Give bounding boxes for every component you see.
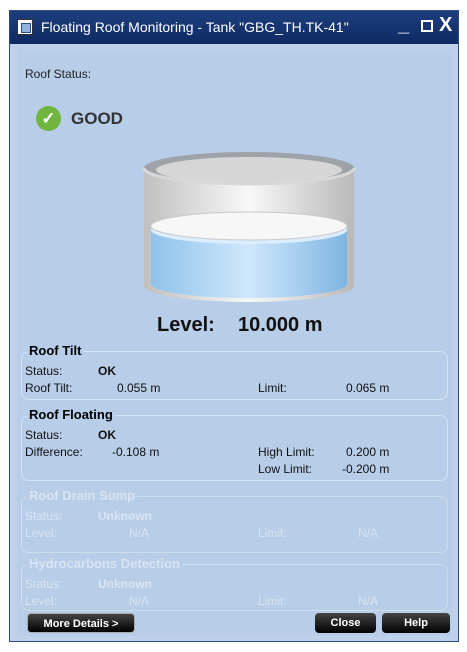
roof-floating-status-value: OK bbox=[98, 428, 116, 442]
floating-roof-window: Floating Roof Monitoring - Tank "GBG_TH.… bbox=[9, 10, 459, 642]
hydrocarbons-limit-value: N/A bbox=[358, 594, 379, 608]
roof-tilt-limit-value: 0.065 m bbox=[346, 381, 390, 395]
roof-status-label: Roof Status: bbox=[25, 67, 92, 81]
roof-floating-group: Roof Floating Status: OK Difference: -0.… bbox=[21, 407, 448, 481]
tank-illustration bbox=[142, 152, 356, 302]
high-limit-label: High Limit: bbox=[258, 445, 315, 459]
roof-tilt-group: Roof Tilt Status: OK Roof Tilt: 0.055 m … bbox=[21, 343, 448, 400]
roof-tilt-status-value: OK bbox=[98, 364, 116, 378]
roof-drain-limit-value: N/A bbox=[358, 526, 379, 540]
low-limit-value: -0.200 m bbox=[342, 462, 390, 476]
roof-tilt-limit-label: Limit: bbox=[258, 381, 287, 395]
window-titlebar[interactable]: Floating Roof Monitoring - Tank "GBG_TH.… bbox=[10, 11, 458, 44]
roof-drain-sump-title: Roof Drain Sump bbox=[27, 488, 138, 503]
hydrocarbons-detection-title: Hydrocarbons Detection bbox=[27, 556, 182, 571]
roof-tilt-title: Roof Tilt bbox=[27, 343, 84, 358]
roof-drain-level-value: N/A bbox=[129, 526, 150, 540]
hydrocarbons-status-label: Status: bbox=[25, 577, 63, 591]
help-button[interactable]: Help bbox=[382, 613, 450, 633]
more-details-button[interactable]: More Details > bbox=[27, 613, 135, 633]
roof-floating-title: Roof Floating bbox=[27, 407, 115, 422]
hydrocarbons-level-label: Level: bbox=[25, 594, 58, 608]
level-label: Level: bbox=[157, 314, 215, 336]
difference-value: -0.108 m bbox=[112, 445, 160, 459]
roof-drain-limit-label: Limit: bbox=[258, 526, 287, 540]
window-content: Roof Status: ✓ GOOD Level: 10.000 m Roof… bbox=[17, 49, 452, 636]
roof-status-value: GOOD bbox=[71, 109, 123, 128]
window-title: Floating Roof Monitoring - Tank "GBG_TH.… bbox=[41, 19, 349, 35]
roof-floating-status-label: Status: bbox=[25, 428, 63, 442]
app-icon bbox=[17, 19, 33, 35]
roof-tilt-value: 0.055 m bbox=[117, 381, 161, 395]
level-value: 10.000 m bbox=[238, 314, 323, 336]
close-button[interactable]: Close bbox=[315, 613, 376, 633]
hydrocarbons-status-value: Unknown bbox=[98, 577, 152, 591]
roof-drain-sump-group: Roof Drain Sump Status: Unknown Level: N… bbox=[21, 488, 448, 553]
roof-drain-status-value: Unknown bbox=[98, 509, 152, 523]
hydrocarbons-detection-group: Hydrocarbons Detection Status: Unknown L… bbox=[21, 556, 448, 611]
check-circle-icon: ✓ bbox=[36, 106, 61, 131]
roof-tilt-label: Roof Tilt: bbox=[25, 381, 73, 395]
hydrocarbons-limit-label: Limit: bbox=[258, 594, 287, 608]
roof-drain-level-label: Level: bbox=[25, 526, 58, 540]
high-limit-value: 0.200 m bbox=[346, 445, 390, 459]
close-icon[interactable]: X bbox=[439, 14, 452, 37]
roof-drain-status-label: Status: bbox=[25, 509, 63, 523]
low-limit-label: Low Limit: bbox=[258, 462, 313, 476]
difference-label: Difference: bbox=[25, 445, 83, 459]
maximize-icon[interactable] bbox=[421, 20, 433, 32]
minimize-icon[interactable]: _ bbox=[398, 14, 409, 37]
hydrocarbons-level-value: N/A bbox=[129, 594, 150, 608]
roof-tilt-status-label: Status: bbox=[25, 364, 63, 378]
